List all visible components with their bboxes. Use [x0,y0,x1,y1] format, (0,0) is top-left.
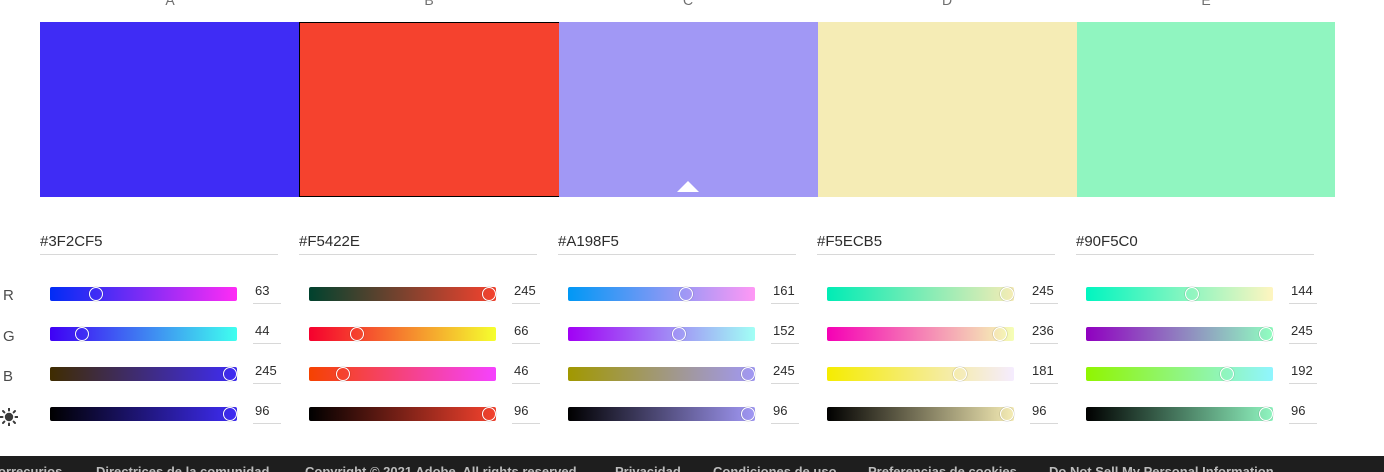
slider-brightness-e[interactable] [1086,407,1273,421]
slider-g-e[interactable] [1086,327,1273,341]
slider-thumb[interactable] [952,367,967,381]
slider-b-d[interactable] [827,367,1014,381]
slider-b-a[interactable] [50,367,237,381]
footer-link-terms[interactable]: Condiciones de uso [713,464,837,472]
color-swatch-a[interactable] [40,22,300,197]
slider-thumb[interactable] [1184,287,1199,301]
slider-thumb[interactable] [335,367,350,381]
slider-thumb[interactable] [222,407,237,421]
color-swatch-b[interactable] [299,22,560,197]
row-label-g: G [3,328,15,345]
color-swatch-d[interactable] [818,22,1078,197]
slider-g-d[interactable] [827,327,1014,341]
slider-brightness-d[interactable] [827,407,1014,421]
slider-value-brightness-e[interactable]: 96 [1289,403,1317,424]
slider-thumb[interactable] [999,287,1014,301]
slider-b-b[interactable] [309,367,496,381]
color-swatch-e[interactable] [1077,22,1335,197]
slider-r-a[interactable] [50,287,237,301]
slider-thumb[interactable] [678,287,693,301]
slider-value-g-e[interactable]: 245 [1289,323,1317,344]
footer-link-do-not-sell[interactable]: Do Not Sell My Personal Information [1049,464,1274,472]
slider-thumb[interactable] [1258,407,1273,421]
slider-value-r-c[interactable]: 161 [771,283,799,304]
slider-value-r-b[interactable]: 245 [512,283,540,304]
slider-value-brightness-d[interactable]: 96 [1030,403,1058,424]
slider-r-b[interactable] [309,287,496,301]
slider-brightness-b[interactable] [309,407,496,421]
footer-link-community-guidelines[interactable]: Directrices de la comunidad [96,464,269,472]
slider-thumb[interactable] [89,287,104,301]
hex-input-d[interactable] [817,229,1055,255]
swatch-letter-a: A [165,0,175,8]
slider-value-g-d[interactable]: 236 [1030,323,1058,344]
slider-thumb[interactable] [1258,327,1273,341]
footer-link-resources[interactable]: orrecurios [0,464,62,472]
row-label-b: B [3,368,14,385]
slider-thumb[interactable] [481,407,496,421]
row-label-r: R [3,287,14,304]
slider-value-b-c[interactable]: 245 [771,363,799,384]
slider-thumb[interactable] [992,327,1007,341]
swatch-letter-c: C [682,0,694,8]
hex-input-b[interactable] [299,229,537,255]
slider-value-brightness-b[interactable]: 96 [512,403,540,424]
slider-r-d[interactable] [827,287,1014,301]
swatch-letter-e: E [1201,0,1211,8]
slider-value-b-b[interactable]: 46 [512,363,540,384]
slider-value-r-a[interactable]: 63 [253,283,281,304]
slider-g-b[interactable] [309,327,496,341]
slider-value-g-a[interactable]: 44 [253,323,281,344]
color-swatch-c[interactable] [559,22,819,197]
slider-b-c[interactable] [568,367,755,381]
slider-value-g-c[interactable]: 152 [771,323,799,344]
footer-copyright: Copyright © 2021 Adobe. All rights reser… [305,464,581,472]
hex-input-e[interactable] [1076,229,1314,255]
slider-thumb[interactable] [1219,367,1234,381]
hex-input-a[interactable] [40,229,278,255]
slider-value-brightness-a[interactable]: 96 [253,403,281,424]
slider-g-c[interactable] [568,327,755,341]
swatch-letter-b: B [424,0,434,8]
slider-thumb[interactable] [740,367,755,381]
slider-brightness-c[interactable] [568,407,755,421]
slider-value-r-d[interactable]: 245 [1030,283,1058,304]
slider-value-brightness-c[interactable]: 96 [771,403,799,424]
footer-bar: orrecurios Directrices de la comunidad C… [0,456,1384,472]
slider-value-b-d[interactable]: 181 [1030,363,1058,384]
slider-thumb[interactable] [75,327,90,341]
slider-g-a[interactable] [50,327,237,341]
slider-thumb[interactable] [222,367,237,381]
slider-value-b-a[interactable]: 245 [253,363,281,384]
slider-r-e[interactable] [1086,287,1273,301]
swatch-letter-d: D [941,0,953,8]
sun-icon [0,408,18,426]
slider-thumb[interactable] [350,327,365,341]
hex-input-c[interactable] [558,229,796,255]
selected-swatch-caret-icon [677,181,699,192]
slider-thumb[interactable] [999,407,1014,421]
footer-link-privacy[interactable]: Privacidad [615,464,681,472]
slider-value-g-b[interactable]: 66 [512,323,540,344]
slider-brightness-a[interactable] [50,407,237,421]
slider-thumb[interactable] [672,327,687,341]
slider-b-e[interactable] [1086,367,1273,381]
footer-link-cookies[interactable]: Preferencias de cookies [868,464,1017,472]
slider-value-b-e[interactable]: 192 [1289,363,1317,384]
slider-thumb[interactable] [740,407,755,421]
color-swatch-row [40,22,1335,197]
slider-value-r-e[interactable]: 144 [1289,283,1317,304]
slider-r-c[interactable] [568,287,755,301]
slider-thumb[interactable] [481,287,496,301]
